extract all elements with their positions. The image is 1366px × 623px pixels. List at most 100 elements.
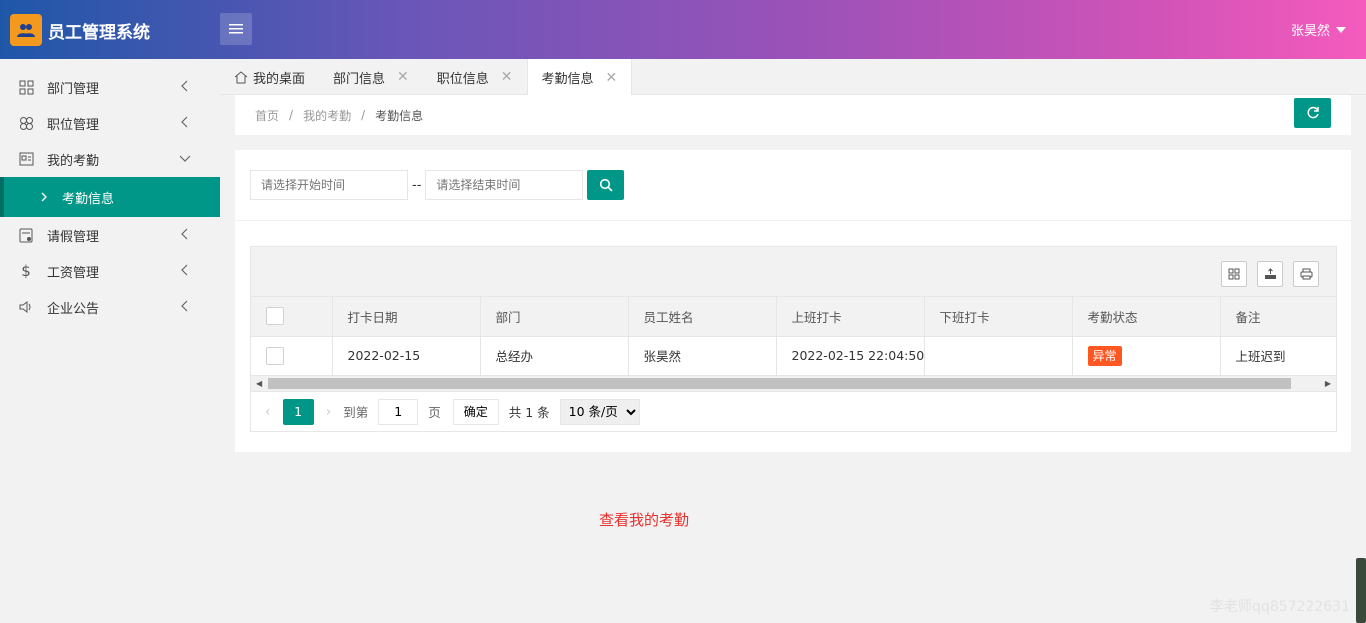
sidebar-item-salary[interactable]: $ 工资管理 [0,253,220,289]
sidebar-item-label: 企业公告 [47,301,100,317]
select-all-checkbox[interactable] [266,307,284,326]
side-widget[interactable] [1356,558,1366,623]
watermark: 李老师qq857222631 [1210,599,1350,615]
app-logo[interactable]: 员工管理系统 [10,14,150,46]
end-time-input[interactable] [425,170,584,200]
sidebar-item-label: 部门管理 [47,81,100,97]
breadcrumb: 首页 / 我的考勤 / 考勤信息 [235,95,1351,135]
refresh-icon [1306,106,1319,119]
refresh-button[interactable] [1294,98,1331,128]
sidebar-item-label: 请假管理 [47,229,100,245]
goto-page-input[interactable] [378,398,419,425]
confirm-page-button[interactable]: 确定 [452,398,499,425]
user-menu[interactable]: 张昊然 [1291,20,1346,39]
attendance-table: 打卡日期 部门 员工姓名 上班打卡 下班打卡 考勤状态 备注 2022-02-1… [251,297,1337,376]
sidebar-item-label: 我的考勤 [47,153,100,169]
breadcrumb-current: 考勤信息 [375,108,424,123]
columns-icon [1228,268,1240,280]
tab-label: 职位信息 [436,71,489,87]
grid-icon [18,79,34,95]
table-toolbar [251,247,1336,297]
cell-dept: 总经办 [480,336,629,376]
attendance-card: -- 打卡日期 部门 员 [235,150,1351,452]
form-icon [18,227,34,243]
sidebar-item-notice[interactable]: 企业公告 [0,289,220,325]
menu-toggle-button[interactable] [220,13,252,45]
home-icon [234,70,248,83]
export-icon [1264,268,1276,279]
page-note: 查看我的考勤 [599,511,690,529]
users-logo-icon [10,14,42,46]
current-page[interactable]: 1 [282,398,314,425]
tab-label: 考勤信息 [541,72,594,87]
chevron-right-icon [41,192,47,202]
cell-name: 张昊然 [628,336,777,376]
sidebar-subitem-attendance-info[interactable]: 考勤信息 [0,177,220,217]
chevron-left-icon [181,300,188,312]
start-time-input[interactable] [250,170,408,200]
data-table: 打卡日期 部门 员工姓名 上班打卡 下班打卡 考勤状态 备注 2022-02-1… [250,246,1337,432]
tab-desktop[interactable]: 我的桌面 [220,59,319,95]
column-header[interactable]: 下班打卡 [924,297,1073,337]
print-button[interactable] [1293,261,1319,287]
horizontal-scrollbar[interactable]: ◀ ▶ [251,375,1336,392]
tab-label: 部门信息 [333,71,386,87]
sidebar-item-dept[interactable]: 部门管理 [0,69,220,105]
breadcrumb-separator: / [361,108,366,122]
caret-down-icon [1336,26,1346,33]
next-page-icon[interactable]: › [326,404,332,420]
pagination: ‹ 1 › 到第 页 确定 共 1 条 10 条/页 [251,392,1336,432]
column-header[interactable]: 考勤状态 [1072,297,1221,337]
select-all-cell [251,297,333,337]
search-button[interactable] [587,170,625,200]
cell-clock-out [924,336,1073,376]
cell-status: 异常 [1072,336,1221,376]
app-title: 员工管理系统 [48,22,150,43]
column-header[interactable]: 部门 [480,297,629,337]
scroll-thumb[interactable] [268,377,1291,389]
sidebar: 部门管理 职位管理 我的考勤 考勤信息 请假管理 $ 工资管理 企业公告 [0,59,220,623]
cell-remark: 上班迟到 [1220,336,1337,376]
user-name: 张昊然 [1290,24,1330,39]
columns-filter-button[interactable] [1221,261,1247,287]
tab-label: 我的桌面 [253,71,306,87]
export-button[interactable] [1257,261,1283,287]
scroll-left-icon[interactable]: ◀ [256,379,262,388]
table-header-row: 打卡日期 部门 员工姓名 上班打卡 下班打卡 考勤状态 备注 [251,297,1337,337]
chevron-left-icon [181,228,188,240]
breadcrumb-home[interactable]: 首页 [255,107,279,124]
column-header[interactable]: 上班打卡 [776,297,925,337]
prev-page-icon[interactable]: ‹ [265,404,271,420]
close-icon[interactable]: ✕ [606,70,618,86]
sidebar-item-leave[interactable]: 请假管理 [0,217,220,253]
row-checkbox[interactable] [266,346,284,365]
sidebar-item-label: 职位管理 [47,117,100,133]
print-icon [1300,268,1312,280]
tab-attendance-info[interactable]: 考勤信息 ✕ [526,59,633,96]
column-header[interactable]: 员工姓名 [628,297,777,337]
calendar-card-icon [18,151,34,167]
tab-dept-info[interactable]: 部门信息 ✕ [319,59,423,95]
tab-position-info[interactable]: 职位信息 ✕ [423,59,527,95]
close-icon[interactable]: ✕ [501,69,513,85]
sidebar-item-attendance[interactable]: 我的考勤 [0,141,220,177]
breadcrumb-attendance[interactable]: 我的考勤 [303,107,351,124]
column-header[interactable]: 打卡日期 [332,297,481,337]
column-header[interactable]: 备注 [1220,297,1337,337]
chevron-down-icon [179,155,191,162]
close-icon[interactable]: ✕ [397,69,409,85]
page-label: 页 [428,405,441,420]
page-size-select[interactable]: 10 条/页 [559,398,640,425]
sidebar-subitem-label: 考勤信息 [62,191,115,207]
breadcrumb-separator: / [289,108,294,122]
sidebar-item-position[interactable]: 职位管理 [0,105,220,141]
tab-bar: 我的桌面 部门信息 ✕ 职位信息 ✕ 考勤信息 ✕ [220,59,1366,96]
chevron-left-icon [181,116,188,128]
status-badge: 异常 [1087,346,1122,366]
scroll-right-icon[interactable]: ▶ [1325,379,1331,388]
hamburger-icon [229,24,243,34]
chevron-left-icon [181,264,188,276]
search-icon [599,178,613,192]
goto-label: 到第 [343,405,369,420]
top-header: 员工管理系统 张昊然 [0,0,1366,59]
